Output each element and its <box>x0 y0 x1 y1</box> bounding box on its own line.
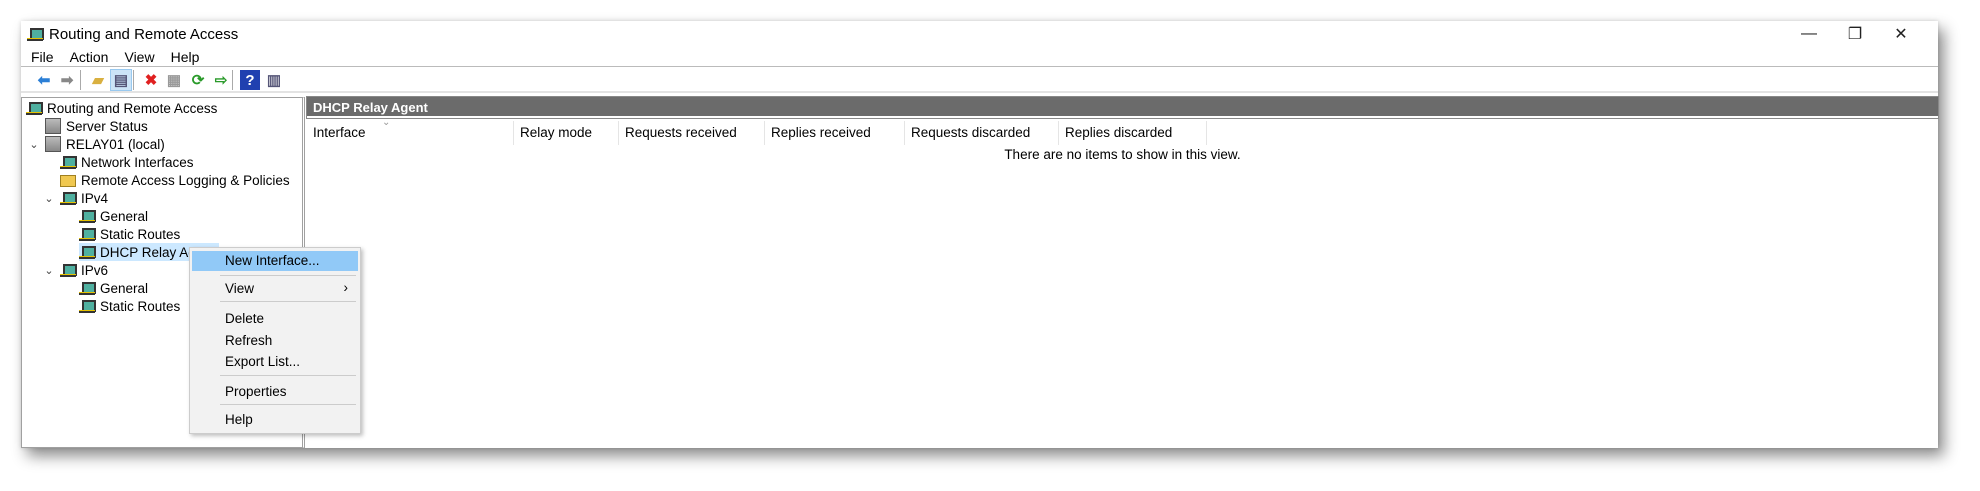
server-icon <box>45 136 61 152</box>
column-header[interactable]: Replies received <box>765 121 905 145</box>
menu-separator <box>220 404 356 405</box>
network-node-icon <box>79 208 96 224</box>
context-menu-item[interactable]: New Interface... <box>192 251 358 271</box>
column-headers: Interface Relay mode Requests received Repl… <box>307 121 1207 145</box>
delete-icon[interactable]: ✖ <box>141 70 161 90</box>
tree-item[interactable]: Remote Access Logging & Policies <box>60 171 290 189</box>
server-icon <box>45 118 61 134</box>
context-menu-item[interactable]: Help <box>192 410 358 430</box>
menu-view[interactable]: View <box>114 47 154 65</box>
tree-item-label: General <box>100 280 149 296</box>
network-node-icon <box>60 262 77 278</box>
close-button[interactable]: ✕ <box>1878 21 1924 47</box>
column-header[interactable]: Replies discarded <box>1059 121 1207 145</box>
menu-separator <box>220 301 356 302</box>
column-header[interactable]: Requests received <box>619 121 765 145</box>
tree-item[interactable]: General <box>79 279 148 297</box>
network-node-icon <box>79 244 96 260</box>
tree-item[interactable]: Routing and Remote Access <box>26 99 217 117</box>
tree-item-label: RELAY01 (local) <box>66 136 165 152</box>
sort-indicator-icon: ⌄ <box>382 117 391 128</box>
toolbar-separator <box>232 70 233 90</box>
network-node-icon <box>79 298 96 314</box>
tree-item-label: Remote Access Logging & Policies <box>81 172 290 188</box>
help-icon[interactable]: ? <box>240 70 260 90</box>
menu-item-label: Refresh <box>225 333 273 348</box>
show-action-pane-icon[interactable]: ▥ <box>264 70 284 90</box>
context-menu: New Interface... View › Delete Refresh Export… <box>189 247 361 434</box>
empty-message: There are no items to show in this view. <box>1004 147 1241 162</box>
tree-item[interactable]: Server Status <box>45 117 148 135</box>
tree-item[interactable]: Static Routes <box>79 297 180 315</box>
network-node-icon <box>60 190 77 206</box>
network-node-icon <box>60 154 77 170</box>
menu-item-label: New Interface... <box>225 253 320 268</box>
toolbar-separator <box>80 70 81 90</box>
menu-item-label: Properties <box>225 384 287 399</box>
tree-item-label: IPv4 <box>81 190 109 206</box>
context-menu-item[interactable]: View › <box>192 279 358 299</box>
menu-item-label: Export List... <box>225 354 301 369</box>
tree-item[interactable]: Static Routes <box>79 225 180 243</box>
refresh-icon[interactable]: ⟳ <box>188 70 208 90</box>
menu-separator <box>220 275 356 276</box>
toolbar-separator <box>133 70 134 90</box>
menu-file[interactable]: File <box>21 47 54 65</box>
menu-item-label: Delete <box>225 311 265 326</box>
menu-help[interactable]: Help <box>161 47 200 65</box>
menu-action[interactable]: Action <box>60 47 109 65</box>
forward-icon[interactable]: ➡ <box>57 70 77 90</box>
column-header[interactable]: Requests discarded <box>905 121 1059 145</box>
tree-item-label: Static Routes <box>100 226 181 242</box>
chevron-down-icon[interactable]: ⌄ <box>27 138 41 151</box>
tree-item-label: General <box>100 208 149 224</box>
tree-item[interactable]: ⌄ IPv6 <box>42 261 108 279</box>
tree-item[interactable]: ⌄ IPv4 <box>42 189 108 207</box>
menu-separator <box>220 375 356 376</box>
up-folder-icon[interactable]: ▰ <box>88 70 108 90</box>
tree-item-label: Static Routes <box>100 298 181 314</box>
context-menu-item[interactable]: Refresh <box>192 331 358 351</box>
network-node-icon <box>26 100 43 116</box>
tree-item[interactable]: ⌄ RELAY01 (local) <box>27 135 165 153</box>
submenu-arrow-icon: › <box>343 280 349 295</box>
export-list-icon[interactable]: ⇨ <box>211 70 231 90</box>
network-node-icon <box>79 226 96 242</box>
restore-button[interactable]: ❐ <box>1832 21 1878 47</box>
chevron-down-icon[interactable]: ⌄ <box>42 264 56 277</box>
context-menu-item[interactable]: Properties <box>192 382 358 402</box>
details-pane: DHCP Relay Agent Interface Relay mode Requ… <box>306 96 1939 448</box>
window-title: Routing and Remote Access <box>49 26 239 43</box>
pane-title: DHCP Relay Agent <box>306 96 1939 119</box>
context-menu-item[interactable]: Delete <box>192 309 358 329</box>
show-hide-tree-icon[interactable]: ▤ <box>110 69 132 91</box>
column-header[interactable]: Interface <box>307 121 514 145</box>
tree-item-label: Network Interfaces <box>81 154 194 170</box>
tree-item-label: IPv6 <box>81 262 109 278</box>
network-node-icon <box>79 280 96 296</box>
column-header[interactable]: Relay mode <box>514 121 619 145</box>
tree-item[interactable]: Network Interfaces <box>60 153 194 171</box>
tree-item-label: Routing and Remote Access <box>47 100 218 116</box>
app-icon <box>27 26 44 42</box>
menu-item-label: Help <box>225 412 253 427</box>
tree-item-label: Server Status <box>66 118 148 134</box>
context-menu-item[interactable]: Export List... <box>192 352 358 372</box>
properties-icon[interactable]: ▦ <box>164 70 184 90</box>
folder-icon <box>60 175 76 187</box>
toolbar: ⬅ ➡ ▰ ▤ ✖ ▦ ⟳ ⇨? ▥ <box>21 67 1938 93</box>
minimize-button[interactable]: — <box>1786 21 1832 47</box>
title-bar: Routing and Remote Access — ❐ ✕ <box>21 21 1938 47</box>
back-icon[interactable]: ⬅ <box>34 70 54 90</box>
tree-item[interactable]: General <box>79 207 148 225</box>
menu-bar: File Action View Help <box>21 47 1938 67</box>
chevron-down-icon[interactable]: ⌄ <box>42 192 56 205</box>
menu-item-label: View <box>225 281 255 296</box>
